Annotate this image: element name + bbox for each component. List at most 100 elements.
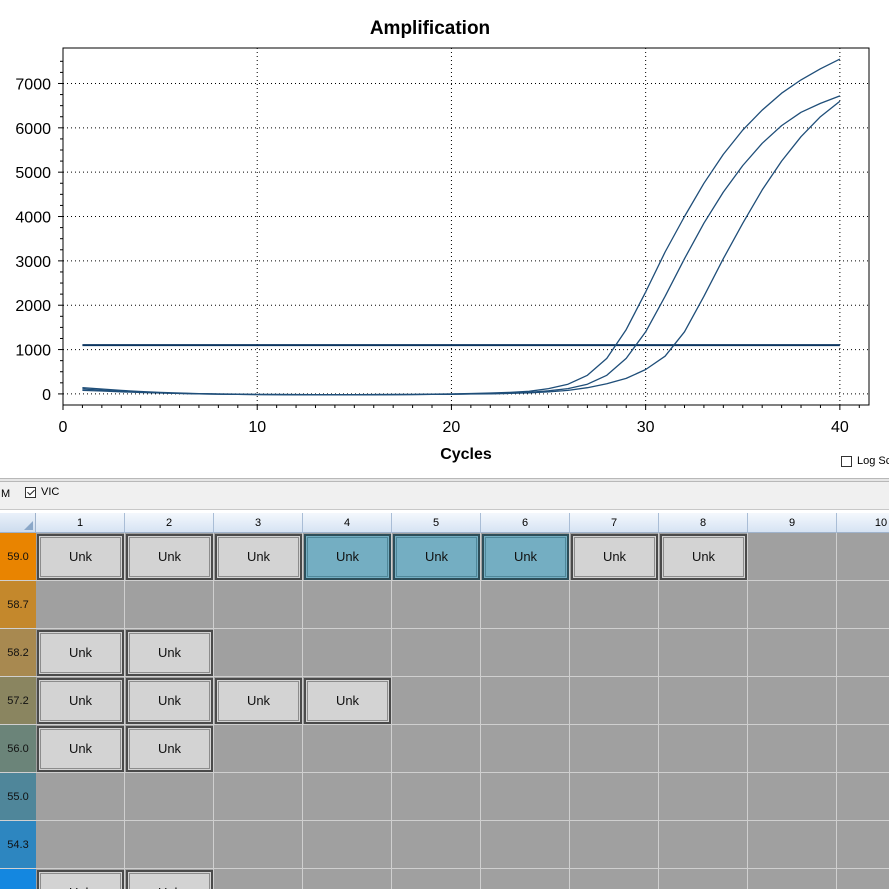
plate-well[interactable]: Unk <box>37 534 124 580</box>
plate-cell[interactable] <box>481 725 570 773</box>
plate-cell[interactable] <box>481 869 570 889</box>
plate-cell[interactable] <box>570 581 659 629</box>
plate-cell[interactable] <box>125 581 214 629</box>
plate-cell[interactable] <box>837 869 889 889</box>
plate-cell[interactable] <box>748 821 837 869</box>
plate-cell[interactable] <box>392 821 481 869</box>
plate-cell[interactable] <box>303 869 392 889</box>
plate-row-header[interactable]: 54.3 <box>0 821 36 869</box>
plate-cell[interactable]: Unk <box>125 533 214 581</box>
plate-cell[interactable] <box>214 581 303 629</box>
plate-column-header[interactable]: 2 <box>125 513 214 533</box>
plate-cell[interactable] <box>570 869 659 889</box>
plate-row-header[interactable]: 58.2 <box>0 629 36 677</box>
plate-cell[interactable]: Unk <box>659 533 748 581</box>
dye-vic-checkbox[interactable] <box>25 486 36 498</box>
plate-cell[interactable] <box>214 821 303 869</box>
plate-cell[interactable] <box>481 629 570 677</box>
plate-cell[interactable] <box>125 773 214 821</box>
plate-cell[interactable]: Unk <box>36 725 125 773</box>
plate-cell[interactable] <box>214 773 303 821</box>
plate-cell[interactable]: Unk <box>125 725 214 773</box>
plate-cell[interactable] <box>748 581 837 629</box>
plate-column-header[interactable]: 5 <box>392 513 481 533</box>
plate-well[interactable]: Unk <box>126 870 213 889</box>
plate-cell[interactable] <box>837 773 889 821</box>
plate-cell[interactable]: Unk <box>125 629 214 677</box>
plate-cell[interactable]: Unk <box>36 677 125 725</box>
plate-well[interactable]: Unk <box>304 534 391 580</box>
plate-cell[interactable]: Unk <box>392 533 481 581</box>
plate-cell[interactable] <box>570 725 659 773</box>
plate-cell[interactable] <box>837 725 889 773</box>
plate-well[interactable]: Unk <box>215 534 302 580</box>
plate-well[interactable]: Unk <box>215 678 302 724</box>
plate-cell[interactable] <box>392 725 481 773</box>
plate-cell[interactable] <box>659 677 748 725</box>
plate-cell[interactable]: Unk <box>36 533 125 581</box>
plate-row-header[interactable]: 57.2 <box>0 677 36 725</box>
plate-column-header[interactable]: 7 <box>570 513 659 533</box>
plate-row-header[interactable]: 55.0 <box>0 773 36 821</box>
plate-cell[interactable] <box>481 581 570 629</box>
plate-cell[interactable] <box>659 869 748 889</box>
plate-cell[interactable]: Unk <box>570 533 659 581</box>
plate-cell[interactable] <box>36 773 125 821</box>
plate-column-header[interactable]: 1 <box>36 513 125 533</box>
plate-cell[interactable] <box>837 533 889 581</box>
plate-cell[interactable]: Unk <box>125 677 214 725</box>
plate-row-header[interactable]: 56.0 <box>0 725 36 773</box>
log-scale-checkbox[interactable] <box>841 455 852 467</box>
plate-cell[interactable] <box>392 869 481 889</box>
plate-cell[interactable] <box>837 629 889 677</box>
plate-cell[interactable] <box>748 725 837 773</box>
plate-cell[interactable] <box>570 677 659 725</box>
plate-cell[interactable] <box>125 821 214 869</box>
plate-well[interactable]: Unk <box>393 534 480 580</box>
plate-well[interactable]: Unk <box>37 630 124 676</box>
plate-row-header[interactable] <box>0 869 36 889</box>
plate-well[interactable]: Unk <box>126 534 213 580</box>
plate-cell[interactable] <box>392 629 481 677</box>
plate-cell[interactable]: Unk <box>36 869 125 889</box>
plate-cell[interactable]: Unk <box>303 533 392 581</box>
plate-cell[interactable] <box>392 677 481 725</box>
plate-cell[interactable]: Unk <box>303 677 392 725</box>
plate-row-header[interactable]: 58.7 <box>0 581 36 629</box>
plate-column-header[interactable]: 8 <box>659 513 748 533</box>
plate-cell[interactable] <box>303 629 392 677</box>
plate-cell[interactable] <box>214 725 303 773</box>
plate-select-all-corner[interactable] <box>0 513 36 533</box>
plate-cell[interactable] <box>392 581 481 629</box>
plate-cell[interactable] <box>481 821 570 869</box>
plate-row-header[interactable]: 59.0 <box>0 533 36 581</box>
plate-cell[interactable] <box>36 821 125 869</box>
plate-cell[interactable] <box>214 869 303 889</box>
plate-well[interactable]: Unk <box>126 678 213 724</box>
plate-cell[interactable] <box>837 821 889 869</box>
plate-cell[interactable] <box>659 725 748 773</box>
plate-cell[interactable] <box>570 629 659 677</box>
plate-column-header[interactable]: 10 <box>837 513 889 533</box>
plate-cell[interactable] <box>659 629 748 677</box>
plate-cell[interactable]: Unk <box>481 533 570 581</box>
plate-column-header[interactable]: 9 <box>748 513 837 533</box>
plate-cell[interactable] <box>303 821 392 869</box>
plate-cell[interactable] <box>837 581 889 629</box>
plate-well[interactable]: Unk <box>37 678 124 724</box>
plate-cell[interactable] <box>303 581 392 629</box>
plate-cell[interactable] <box>659 821 748 869</box>
plate-cell[interactable] <box>303 773 392 821</box>
plate-cell[interactable] <box>392 773 481 821</box>
plate-cell[interactable] <box>659 773 748 821</box>
dye-vic-option[interactable]: VIC <box>25 486 59 498</box>
log-scale-option[interactable]: Log Sc <box>841 455 889 467</box>
plate-cell[interactable] <box>748 677 837 725</box>
plate-well[interactable]: Unk <box>126 630 213 676</box>
plate-well[interactable]: Unk <box>37 870 124 889</box>
plate-well[interactable]: Unk <box>304 678 391 724</box>
plate-cell[interactable] <box>303 725 392 773</box>
plate-cell[interactable] <box>214 629 303 677</box>
plate-cell[interactable] <box>481 677 570 725</box>
plate-well[interactable]: Unk <box>660 534 747 580</box>
